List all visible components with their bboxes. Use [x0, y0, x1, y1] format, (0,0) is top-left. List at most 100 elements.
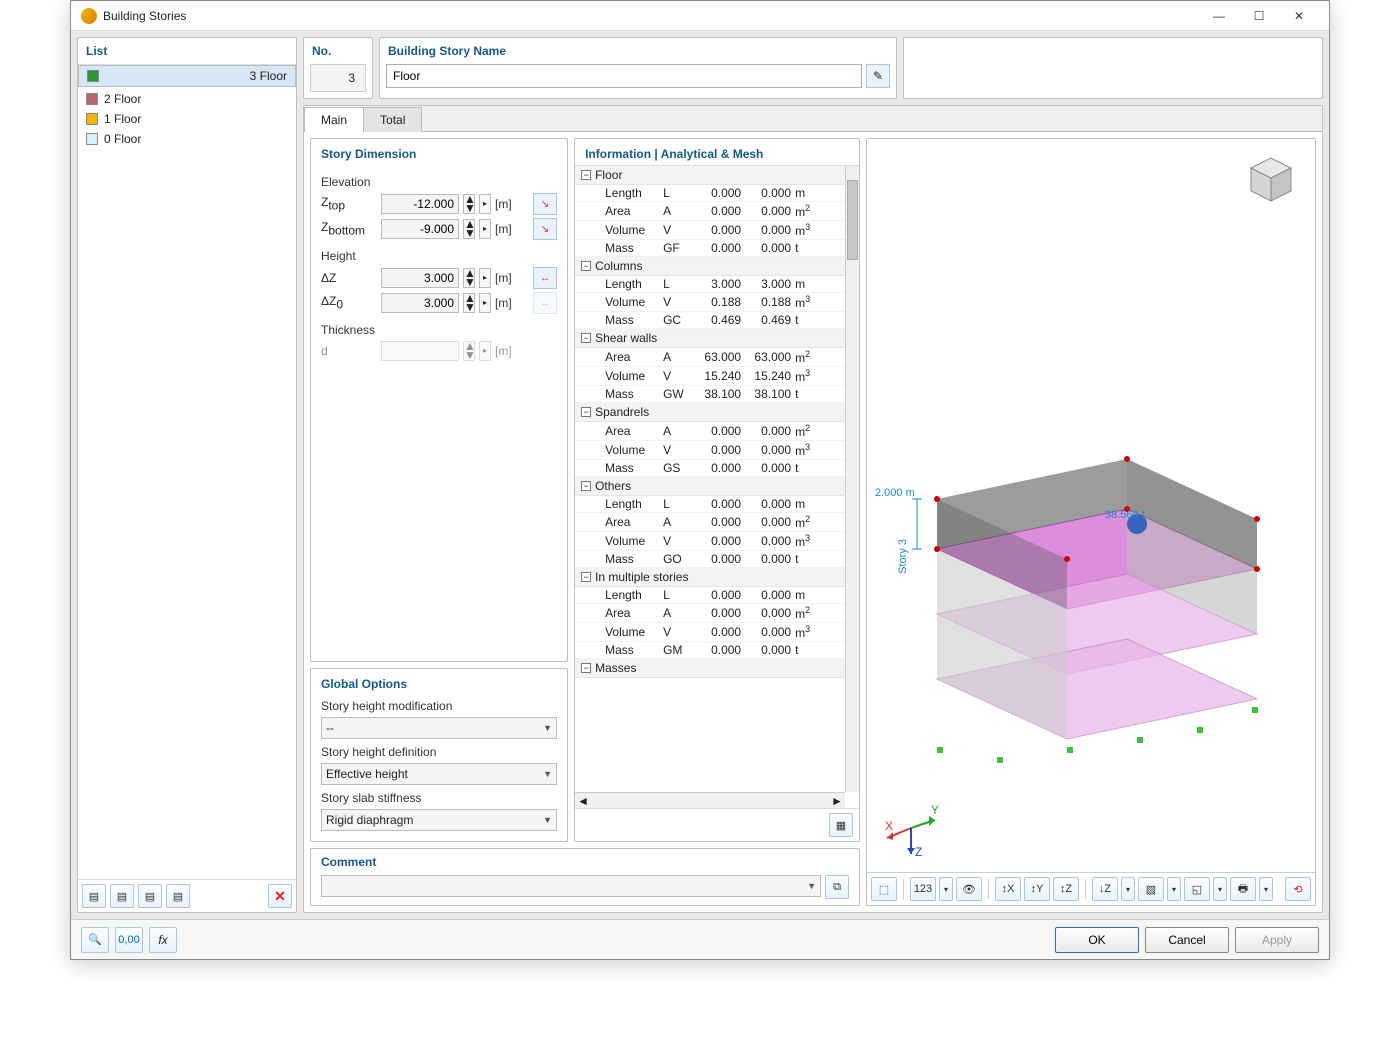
delete-button[interactable]: ✕ — [268, 884, 292, 908]
view-tool-zaxis[interactable]: ↓Z — [1092, 877, 1118, 901]
tree-group-header[interactable]: −Others — [575, 477, 859, 496]
tree-group-header[interactable]: −Spandrels — [575, 403, 859, 422]
view-tool-render-dd[interactable]: ▾ — [1167, 877, 1181, 901]
name-input[interactable] — [386, 64, 862, 88]
view-tool-numbers[interactable]: 123 — [910, 877, 936, 901]
zbot-dropdown[interactable]: ▸ — [479, 219, 491, 239]
tree-group-header[interactable]: −Shear walls — [575, 329, 859, 348]
tab-main[interactable]: Main — [304, 107, 364, 132]
help-button[interactable]: 🔍 — [81, 927, 109, 953]
tree-row: VolumeV0.0000.000m3 — [575, 623, 859, 642]
fx-button[interactable]: fx — [149, 927, 177, 953]
tree-row: VolumeV0.0000.000m3 — [575, 532, 859, 551]
dz0-spinner[interactable]: ▲▼ — [463, 293, 475, 313]
dialog-footer: 🔍 0,00 fx OK Cancel Apply — [71, 919, 1329, 959]
dz-spinner[interactable]: ▲▼ — [463, 268, 475, 288]
tree-group-header[interactable]: −Masses — [575, 659, 859, 678]
dz-input[interactable] — [381, 268, 459, 288]
close-button[interactable]: ✕ — [1279, 2, 1319, 30]
ztop-input[interactable] — [381, 194, 459, 214]
info-vscrollbar[interactable] — [845, 166, 859, 792]
story-list[interactable]: 3 Floor2 Floor1 Floor0 Floor — [78, 65, 296, 879]
ok-button[interactable]: OK — [1055, 927, 1139, 953]
view-tool-render[interactable]: ▧ — [1138, 877, 1164, 901]
thickness-label: Thickness — [321, 323, 557, 337]
tree-row: AreaA0.0000.000m2 — [575, 513, 859, 532]
view-tool-print[interactable]: 🖶 — [1230, 877, 1256, 901]
comment-select[interactable]: ▼ — [321, 875, 821, 897]
view-tool-reset[interactable]: ⟲ — [1285, 877, 1311, 901]
tab-total[interactable]: Total — [363, 107, 422, 132]
ztop-spinner[interactable]: ▲▼ — [463, 194, 475, 214]
info-tree[interactable]: −FloorLengthL0.0000.000mAreaA0.0000.000m… — [575, 165, 859, 808]
tree-group-header[interactable]: −In multiple stories — [575, 568, 859, 587]
minimize-button[interactable]: — — [1199, 2, 1239, 30]
mass-label: 38.569 t — [1105, 509, 1145, 521]
ztop-dropdown[interactable]: ▸ — [479, 194, 491, 214]
info-export-icon[interactable]: ▦ — [829, 813, 853, 837]
list-tool-2[interactable]: ▤ — [110, 884, 134, 908]
list-item[interactable]: 3 Floor — [78, 65, 296, 87]
story-list-panel: List 3 Floor2 Floor1 Floor0 Floor ▤ ▤ ▤ … — [77, 37, 297, 913]
hdef-select[interactable]: Effective height▼ — [321, 763, 557, 785]
tree-row: LengthL3.0003.000m — [575, 276, 859, 293]
zbot-pick-icon[interactable]: ↘ — [533, 218, 557, 240]
svg-text:Y: Y — [931, 803, 939, 817]
view-cube-icon[interactable] — [1241, 153, 1301, 207]
tree-row: AreaA0.0000.000m2 — [575, 604, 859, 623]
tab-bar: Main Total — [304, 106, 1322, 132]
dz0-label: ΔZ0 — [321, 294, 377, 311]
tree-row: AreaA63.00063.000m2 — [575, 348, 859, 367]
hmod-label: Story height modification — [321, 699, 557, 713]
view-tool-show[interactable]: 👁 — [956, 877, 982, 901]
zbot-input[interactable] — [381, 219, 459, 239]
comment-library-icon[interactable]: ⧉ — [825, 875, 849, 899]
list-tool-3[interactable]: ▤ — [138, 884, 162, 908]
view-tool-z[interactable]: ↕Z — [1053, 877, 1079, 901]
edit-name-icon[interactable]: ✎ — [866, 64, 890, 88]
d-label: d — [321, 344, 377, 358]
ztop-pick-icon[interactable]: ↘ — [533, 193, 557, 215]
info-hscrollbar[interactable]: ◄► — [575, 792, 845, 808]
view-tool-persp-dd[interactable]: ▾ — [1213, 877, 1227, 901]
view-tool-x[interactable]: ↕X — [995, 877, 1021, 901]
list-tool-4[interactable]: ▤ — [166, 884, 190, 908]
tree-row: MassGS0.0000.000t — [575, 460, 859, 477]
cancel-button[interactable]: Cancel — [1145, 927, 1229, 953]
list-item[interactable]: 0 Floor — [78, 129, 296, 149]
3d-viewport[interactable]: 2.000 m Story 3 38.569 t X Y Z — [867, 139, 1315, 873]
dz-pick-icon[interactable]: ↔ — [533, 267, 557, 289]
dim-label: 2.000 m — [875, 487, 915, 499]
stiff-select[interactable]: Rigid diaphragm▼ — [321, 809, 557, 831]
comment-header: Comment — [321, 855, 849, 869]
no-value[interactable]: 3 — [310, 64, 366, 92]
view-tool-zaxis-dd[interactable]: ▾ — [1121, 877, 1135, 901]
tree-row: VolumeV0.0000.000m3 — [575, 441, 859, 460]
list-tool-1[interactable]: ▤ — [82, 884, 106, 908]
info-panel: Information | Analytical & Mesh −FloorLe… — [574, 138, 860, 842]
list-item[interactable]: 2 Floor — [78, 89, 296, 109]
dz0-input[interactable] — [381, 293, 459, 313]
view-tool-persp[interactable]: ◱ — [1184, 877, 1210, 901]
view-tool-numbers-dd[interactable]: ▾ — [939, 877, 953, 901]
tree-group-header[interactable]: −Floor — [575, 166, 859, 185]
maximize-button[interactable]: ☐ — [1239, 2, 1279, 30]
dimension-header: Story Dimension — [321, 147, 557, 161]
tree-row: VolumeV0.1880.188m3 — [575, 293, 859, 312]
units-button[interactable]: 0,00 — [115, 927, 143, 953]
tree-row: MassGW38.10038.100t — [575, 386, 859, 403]
tree-group-header[interactable]: −Columns — [575, 257, 859, 276]
hmod-select[interactable]: --▼ — [321, 717, 557, 739]
window-title: Building Stories — [103, 9, 1199, 23]
zbot-label: Zbottom — [321, 220, 377, 237]
view-tool-y[interactable]: ↕Y — [1024, 877, 1050, 901]
view-toolbar: ⬚ 123▾ 👁 ↕X ↕Y ↕Z ↓Z▾ ▧▾ ◱▾ — [867, 873, 1315, 905]
dz0-dropdown[interactable]: ▸ — [479, 293, 491, 313]
zbot-spinner[interactable]: ▲▼ — [463, 219, 475, 239]
dz-dropdown[interactable]: ▸ — [479, 268, 491, 288]
tree-row: MassGO0.0000.000t — [575, 551, 859, 568]
view-tool-print-dd[interactable]: ▾ — [1259, 877, 1273, 901]
list-item[interactable]: 1 Floor — [78, 109, 296, 129]
d-input — [381, 341, 459, 361]
view-tool-isolate[interactable]: ⬚ — [871, 877, 897, 901]
